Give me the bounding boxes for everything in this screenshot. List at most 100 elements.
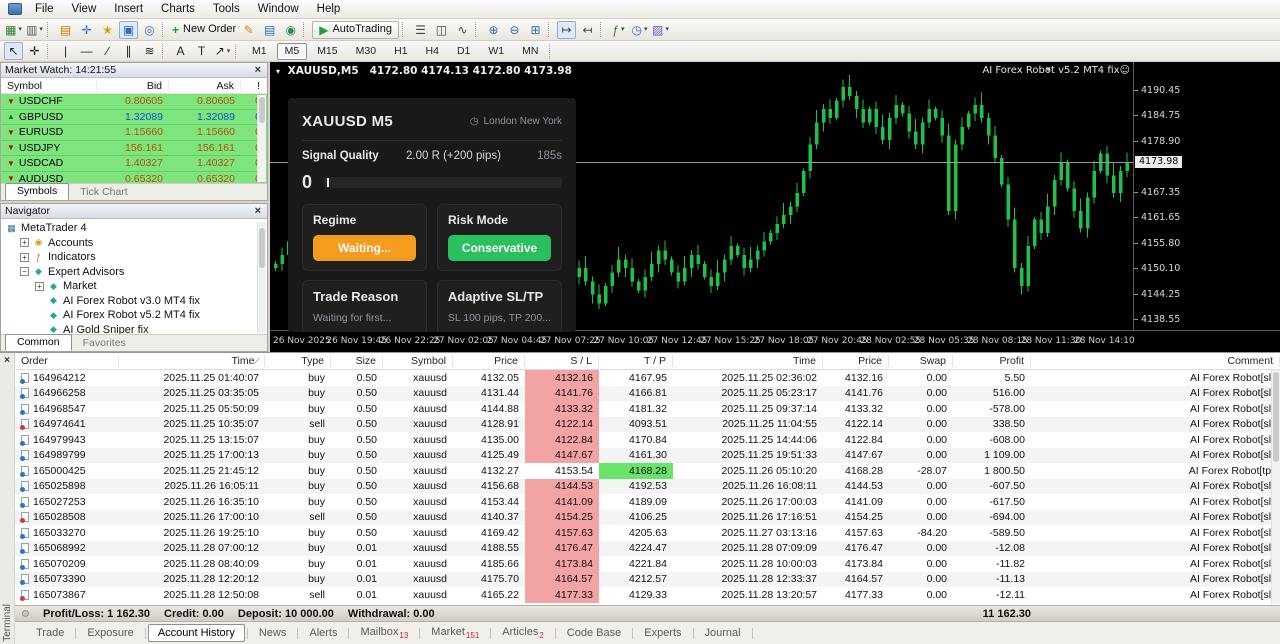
navigator-toggle[interactable]: ★	[98, 21, 117, 39]
history-row-165025898[interactable]: 1650258982025.11.26 16:05:11buy0.50xauus…	[15, 479, 1280, 495]
history-col-price[interactable]: Price	[823, 355, 889, 367]
chart-shift-toggle[interactable]: ↤	[578, 21, 597, 39]
terminal-toggle[interactable]: ▣	[119, 21, 138, 39]
profiles-button[interactable]: ▥▾	[25, 21, 44, 39]
market-watch-close-icon[interactable]: ×	[253, 65, 263, 76]
web-terminal-button[interactable]: ◉	[281, 21, 300, 39]
menu-window[interactable]: Window	[249, 1, 308, 17]
navigator-item-expert-advisors[interactable]: −◆Expert Advisors	[1, 265, 267, 280]
market-watch-row-usdcad[interactable]: ▼USDCAD1.403271.403270	[1, 156, 267, 172]
market-watch-col-[interactable]: !	[241, 80, 267, 92]
expand-plus-icon[interactable]: +	[20, 238, 29, 247]
dropdown-caret-icon[interactable]: ▾	[227, 48, 231, 55]
market-watch-row-usdchf[interactable]: ▼USDCHF0.806050.806050	[1, 94, 267, 110]
history-row-165033270[interactable]: 1650332702025.11.26 19:25:10buy0.50xauus…	[15, 525, 1280, 541]
menu-view[interactable]: View	[63, 1, 106, 17]
market-watch-row-gbpusd[interactable]: ▲GBPUSD1.320891.320890	[1, 110, 267, 126]
history-row-164979943[interactable]: 1649799432025.11.25 13:15:07buy0.50xauus…	[15, 432, 1280, 448]
dropdown-caret-icon[interactable]: ▾	[621, 26, 625, 33]
menu-file[interactable]: File	[26, 1, 63, 17]
history-row-165028508[interactable]: 1650285082025.11.26 17:00:10sell0.50xauu…	[15, 510, 1280, 526]
terminal-tab-trade[interactable]: Trade	[27, 625, 73, 641]
history-row-164974641[interactable]: 1649746412025.11.25 10:35:07sell0.50xauu…	[15, 417, 1280, 433]
navigator-item-market[interactable]: +◆Market	[1, 279, 267, 294]
terminal-tab-journal[interactable]: Journal	[696, 625, 750, 641]
indicators-button[interactable]: ƒ▾	[609, 21, 628, 39]
history-row-165027253[interactable]: 1650272532025.11.26 16:35:10buy0.50xauus…	[15, 494, 1280, 510]
market-watch-col-bid[interactable]: Bid	[97, 80, 169, 92]
navigator-item-indicators[interactable]: +ƒIndicators	[1, 250, 267, 265]
metaeditor-button[interactable]: ✎	[239, 21, 258, 39]
history-col-sl[interactable]: S / L	[525, 355, 599, 367]
terminal-tab-alerts[interactable]: Alerts	[300, 625, 346, 641]
history-row-165073867[interactable]: 1650738672025.11.28 12:50:08sell0.01xauu…	[15, 587, 1280, 603]
market-watch-titlebar[interactable]: Market Watch: 14:21:55 ×	[1, 63, 267, 78]
timeframe-mn[interactable]: MN	[514, 43, 546, 60]
collapse-minus-icon[interactable]: −	[20, 267, 29, 276]
history-row-165000425[interactable]: 1650004252025.11.25 21:45:12buy0.50xauus…	[15, 463, 1280, 479]
history-col-comment[interactable]: Comment	[1031, 355, 1280, 367]
chart-symbol-dropdown-icon[interactable]: ▾	[276, 67, 280, 76]
terminal-tab-exposure[interactable]: Exposure	[78, 625, 142, 641]
navigator-close-icon[interactable]: ×	[253, 206, 263, 217]
periods-button[interactable]: ◷▾	[630, 21, 649, 39]
history-col-tp[interactable]: T / P	[599, 355, 673, 367]
history-row-164964212[interactable]: 1649642122025.11.25 01:40:07buy0.50xauus…	[15, 370, 1280, 386]
history-row-164966258[interactable]: 1649662582025.11.25 03:35:05buy0.50xauus…	[15, 386, 1280, 402]
market-watch-col-symbol[interactable]: Symbol	[1, 80, 97, 92]
navigator-tab-common[interactable]: Common	[5, 334, 72, 351]
strategy-tester-button[interactable]: ◎	[140, 21, 159, 39]
history-col-time[interactable]: Time	[673, 355, 823, 367]
history-col-size[interactable]: Size	[331, 355, 383, 367]
expand-plus-icon[interactable]: +	[35, 282, 44, 291]
dropdown-caret-icon[interactable]: ▾	[665, 26, 669, 33]
navigator-tab-favorites[interactable]: Favorites	[72, 336, 137, 351]
navigator-item-ai-gold-sniper-fix[interactable]: ◆AI Gold Sniper fix	[1, 323, 267, 335]
history-row-165073390[interactable]: 1650733902025.11.28 12:20:12buy0.01xauus…	[15, 572, 1280, 588]
fibonacci-tool[interactable]: ≋	[140, 42, 159, 60]
timeframe-w1[interactable]: W1	[480, 43, 512, 60]
terminal-tab-articles[interactable]: Articles2	[493, 624, 553, 642]
channel-tool[interactable]: ∥	[119, 42, 138, 60]
templates-button[interactable]: ▨▾	[651, 21, 670, 39]
dropdown-caret-icon[interactable]: ▾	[39, 26, 43, 33]
expand-plus-icon[interactable]: +	[20, 253, 29, 262]
history-scrollbar[interactable]	[1271, 370, 1280, 604]
dropdown-caret-icon[interactable]: ▾	[18, 26, 22, 33]
timeframe-d1[interactable]: D1	[449, 43, 478, 60]
history-row-164968547[interactable]: 1649685472025.11.25 05:50:09buy0.50xauus…	[15, 401, 1280, 417]
bar-chart-button[interactable]: ☰	[411, 21, 430, 39]
menu-charts[interactable]: Charts	[152, 1, 204, 17]
navigator-item-metatrader-4[interactable]: ▦MetaTrader 4	[1, 221, 267, 236]
timeframe-m1[interactable]: M1	[244, 43, 275, 60]
menu-insert[interactable]: Insert	[105, 1, 152, 17]
text-tool[interactable]: A	[171, 42, 190, 60]
market-watch-scroll-thumb[interactable]	[259, 97, 265, 123]
history-col-swap[interactable]: Swap	[889, 355, 953, 367]
terminal-tab-market[interactable]: Market151	[422, 624, 488, 642]
navigator-scroll-thumb[interactable]	[259, 228, 265, 268]
market-watch-col-ask[interactable]: Ask	[169, 80, 241, 92]
history-row-164989799[interactable]: 1649897992025.11.25 17:00:13buy0.50xauus…	[15, 448, 1280, 464]
navigator-scrollbar[interactable]	[257, 222, 266, 333]
community-button[interactable]: ▤	[260, 21, 279, 39]
autotrading-button[interactable]: ▶AutoTrading	[312, 21, 399, 39]
history-col-time[interactable]: Time∕	[119, 355, 265, 367]
history-col-type[interactable]: Type	[265, 355, 331, 367]
new-order-button[interactable]: +New Order	[171, 21, 237, 39]
history-col-order[interactable]: Order	[15, 355, 119, 367]
market-watch-tab-symbols[interactable]: Symbols	[5, 183, 69, 200]
menu-help[interactable]: Help	[308, 1, 350, 17]
timeframe-m30[interactable]: M30	[348, 43, 384, 60]
data-window-button[interactable]: ✛	[77, 21, 96, 39]
history-col-price[interactable]: Price	[453, 355, 525, 367]
cursor-tool[interactable]: ↖	[4, 42, 23, 60]
market-watch-row-eurusd[interactable]: ▼EURUSD1.156601.156600	[1, 125, 267, 141]
history-row-165070209[interactable]: 1650702092025.11.28 08:40:09buy0.01xauus…	[15, 556, 1280, 572]
terminal-tab-mailbox[interactable]: Mailbox13	[351, 624, 417, 642]
timeframe-m5[interactable]: M5	[277, 43, 308, 60]
zoom-in-button[interactable]: ⊕	[484, 21, 503, 39]
market-watch-scrollbar[interactable]	[257, 95, 266, 182]
navigator-item-ai-forex-robot-v3-0-mt4-fix[interactable]: ◆AI Forex Robot v3.0 MT4 fix	[1, 294, 267, 309]
history-scroll-thumb[interactable]	[1273, 372, 1279, 462]
